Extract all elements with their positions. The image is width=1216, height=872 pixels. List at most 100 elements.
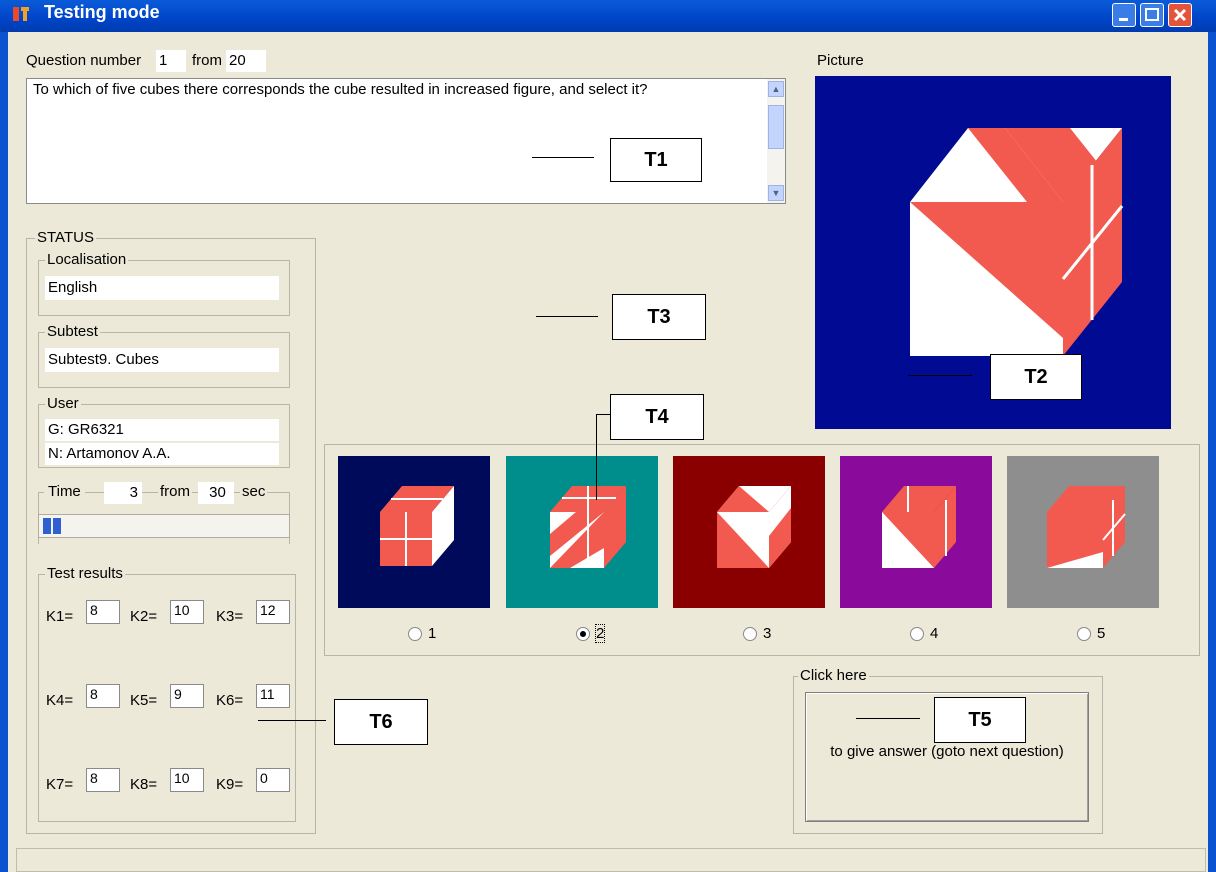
scroll-up-button[interactable]: ▲ <box>768 81 784 97</box>
result-label: K3= <box>216 608 244 625</box>
maximize-icon <box>1145 8 1159 21</box>
result-value-field: 9 <box>170 684 204 708</box>
answer-option-4-radio[interactable]: 4 <box>910 625 938 645</box>
result-value-field: 8 <box>86 600 120 624</box>
t1-annotation: T1 <box>610 138 702 182</box>
app-icon <box>13 7 29 21</box>
answer-option-label: 2 <box>594 624 606 643</box>
radio-icon[interactable] <box>408 627 422 642</box>
time-from-label: from <box>158 483 192 500</box>
answer-option-5-image[interactable] <box>1007 456 1159 608</box>
result-value-field: 8 <box>86 768 120 792</box>
cube-image <box>550 486 626 568</box>
time-total-field: 30 <box>198 482 234 504</box>
result-label: K8= <box>130 776 158 793</box>
status-bar <box>16 848 1206 872</box>
result-value-field: 12 <box>256 600 290 624</box>
subtest-group: Subtest Subtest9. Cubes <box>38 323 290 388</box>
answer-option-label: 5 <box>1097 625 1106 642</box>
testing-mode-window: Testing mode Question number 1 from 20 T… <box>0 0 1216 872</box>
picture-label: Picture <box>817 52 864 69</box>
user-name-field: N: Artamonov A.A. <box>45 443 279 465</box>
submit-answer-label: to give answer (goto next question) <box>830 743 1064 760</box>
chevron-up-icon: ▲ <box>771 84 781 94</box>
localisation-label: Localisation <box>45 251 129 268</box>
window-frame-left <box>0 32 8 872</box>
close-button[interactable] <box>1168 3 1192 27</box>
progress-block <box>43 518 51 534</box>
subtest-label: Subtest <box>45 323 100 340</box>
result-label: K6= <box>216 692 244 709</box>
radio-icon[interactable] <box>1077 627 1091 642</box>
status-title: STATUS <box>35 229 96 246</box>
user-label: User <box>45 395 81 412</box>
answer-option-2-image[interactable] <box>506 456 658 608</box>
answer-option-label: 4 <box>930 625 939 642</box>
radio-icon[interactable] <box>743 627 757 642</box>
result-value-field: 11 <box>256 684 290 708</box>
answer-option-4-image[interactable] <box>840 456 992 608</box>
radio-icon[interactable] <box>910 627 924 642</box>
scroll-thumb[interactable] <box>768 105 784 149</box>
subtest-field: Subtest9. Cubes <box>45 348 279 372</box>
time-elapsed-field: 3 <box>104 482 142 504</box>
result-value-field: 8 <box>86 684 120 708</box>
cube-image <box>380 486 454 566</box>
t3-leader-line <box>536 316 598 317</box>
result-value-field: 10 <box>170 768 204 792</box>
question-text: To which of five cubes there corresponds… <box>33 81 648 98</box>
t2-annotation: T2 <box>990 354 1082 400</box>
t4-annotation: T4 <box>610 394 704 440</box>
t1-leader-line <box>532 157 594 158</box>
t6-leader-line <box>258 720 326 721</box>
t4-leader-line <box>596 414 597 500</box>
t4-leader-line-h <box>596 414 610 415</box>
question-total-field: 20 <box>226 50 266 72</box>
result-value-field: 0 <box>256 768 290 792</box>
t5-annotation: T5 <box>934 697 1026 743</box>
result-label: K1= <box>46 608 74 625</box>
minimize-icon <box>1119 18 1128 21</box>
t5-leader-line <box>856 718 920 719</box>
cube-image <box>717 486 791 568</box>
t3-annotation: T3 <box>612 294 706 340</box>
answer-group-label: Click here <box>798 667 869 684</box>
question-number-field: 1 <box>156 50 186 72</box>
user-group-field: G: GR6321 <box>45 419 279 441</box>
minimize-button[interactable] <box>1112 3 1136 27</box>
window-title: Testing mode <box>44 2 160 22</box>
result-label: K9= <box>216 776 244 793</box>
question-from-label: from <box>192 52 222 69</box>
chevron-down-icon: ▼ <box>771 188 781 198</box>
answer-option-label: 3 <box>763 625 772 642</box>
answer-option-5-radio[interactable]: 5 <box>1077 625 1105 645</box>
time-unit-label: sec <box>240 483 268 500</box>
cube-image <box>1047 486 1126 568</box>
window-frame-right <box>1208 32 1216 872</box>
test-results-title: Test results <box>45 565 125 582</box>
answer-option-3-radio[interactable]: 3 <box>743 625 771 645</box>
result-label: K5= <box>130 692 158 709</box>
question-scrollbar[interactable]: ▲ ▼ <box>767 79 785 203</box>
answer-option-1-radio[interactable]: 1 <box>408 625 436 645</box>
t6-annotation: T6 <box>334 699 428 745</box>
user-group: User G: GR6321 N: Artamonov A.A. <box>38 395 290 468</box>
question-number-label: Question number <box>26 52 142 69</box>
result-label: K2= <box>130 608 158 625</box>
time-label: Time <box>44 483 85 500</box>
answer-option-3-image[interactable] <box>673 456 825 608</box>
localisation-group: Localisation English <box>38 251 290 316</box>
answer-option-1-image[interactable] <box>338 456 490 608</box>
answer-option-2-radio[interactable]: 2 <box>576 624 606 645</box>
radio-icon[interactable] <box>576 627 590 642</box>
localisation-field: English <box>45 276 279 300</box>
maximize-button[interactable] <box>1140 3 1164 27</box>
close-icon <box>1173 8 1187 22</box>
progress-block <box>53 518 61 534</box>
result-label: K7= <box>46 776 74 793</box>
result-label: K4= <box>46 692 74 709</box>
title-bar[interactable]: Testing mode <box>0 0 1216 32</box>
time-progress-bar <box>38 514 290 538</box>
scroll-down-button[interactable]: ▼ <box>768 185 784 201</box>
result-value-field: 10 <box>170 600 204 624</box>
